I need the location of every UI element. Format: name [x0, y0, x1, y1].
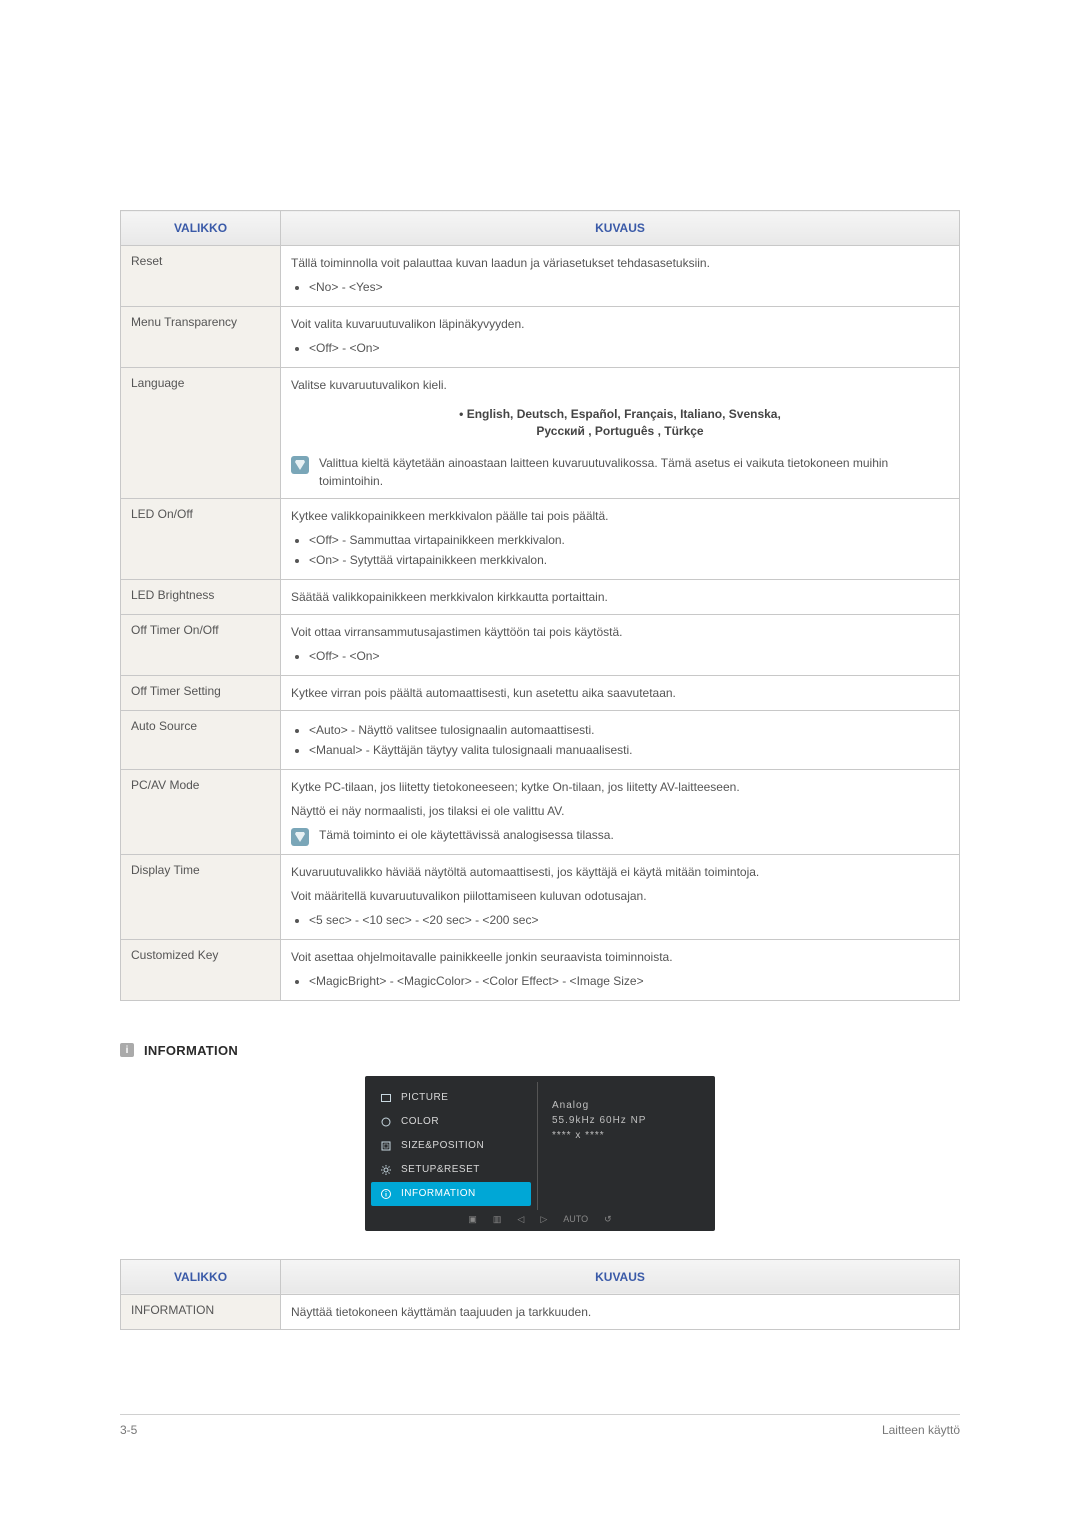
gear-icon	[379, 1163, 393, 1177]
col-header-desc: KUVAUS	[281, 211, 960, 246]
page-footer: 3-5 Laitteen käyttö	[120, 1414, 960, 1437]
osd-label: PICTURE	[401, 1092, 448, 1103]
information-table: VALIKKO KUVAUS INFORMATION Näyttää tieto…	[120, 1259, 960, 1330]
led-onoff-intro: Kytkee valikkopainikkeen merkkivalon pää…	[291, 507, 949, 525]
osd-info-line: 55.9kHz 60Hz NP	[552, 1115, 701, 1126]
osd-footer-icon: ◁	[517, 1214, 524, 1225]
led-off-opt: <Off> - Sammuttaa virtapainikkeen merkki…	[309, 531, 949, 549]
osd-item-information: INFORMATION	[371, 1182, 531, 1206]
osd-menu-list: PICTURE COLOR SIZE&POSITION SETUP&RESET	[371, 1082, 531, 1210]
osd-label: SIZE&POSITION	[401, 1140, 484, 1151]
col-header-menu2: VALIKKO	[121, 1259, 281, 1294]
osd-panel: PICTURE COLOR SIZE&POSITION SETUP&RESET	[365, 1076, 715, 1231]
osd-info-panel: Analog 55.9kHz 60Hz NP **** x ****	[537, 1082, 709, 1210]
desc-off-timer-onoff: Voit ottaa virransammutusajastimen käytt…	[281, 614, 960, 675]
led-on-opt: <On> - Sytyttää virtapainikkeen merkkiva…	[309, 551, 949, 569]
size-icon	[379, 1139, 393, 1153]
osd-item-sizeposition: SIZE&POSITION	[371, 1134, 531, 1158]
customized-key-intro: Voit asettaa ohjelmoitavalle painikkeell…	[291, 948, 949, 966]
transparency-opt: <Off> - <On>	[309, 339, 949, 357]
pcav-line2: Näyttö ei näy normaalisti, jos tilaksi e…	[291, 802, 949, 820]
picture-icon	[379, 1091, 393, 1105]
color-icon	[379, 1115, 393, 1129]
osd-item-setupreset: SETUP&RESET	[371, 1158, 531, 1182]
info-square-icon: i	[120, 1043, 134, 1057]
language-intro: Valitse kuvaruutuvalikon kieli.	[291, 376, 949, 394]
desc-reset: Tällä toiminnolla voit palauttaa kuvan l…	[281, 246, 960, 307]
off-timer-onoff-opt: <Off> - <On>	[309, 647, 949, 665]
osd-item-picture: PICTURE	[371, 1086, 531, 1110]
menu-off-timer-setting: Off Timer Setting	[121, 675, 281, 710]
off-timer-onoff-intro: Voit ottaa virransammutusajastimen käytt…	[291, 623, 949, 641]
osd-footer-icon: ↺	[604, 1214, 612, 1225]
setup-reset-table: VALIKKO KUVAUS Reset Tällä toiminnolla v…	[120, 210, 960, 1001]
note-icon	[291, 828, 309, 846]
page-number: 3-5	[120, 1423, 137, 1437]
led-brightness-intro: Säätää valikkopainikkeen merkkivalon kir…	[291, 588, 949, 606]
off-timer-setting-intro: Kytkee virran pois päältä automaattisest…	[291, 684, 949, 702]
transparency-intro: Voit valita kuvaruutuvalikon läpinäkyvyy…	[291, 315, 949, 333]
col-header-menu: VALIKKO	[121, 211, 281, 246]
reset-intro: Tällä toiminnolla voit palauttaa kuvan l…	[291, 254, 949, 272]
desc-information: Näyttää tietokoneen käyttämän taajuuden …	[281, 1294, 960, 1329]
osd-item-color: COLOR	[371, 1110, 531, 1134]
information-desc: Näyttää tietokoneen käyttämän taajuuden …	[291, 1303, 949, 1321]
note-icon	[291, 456, 309, 474]
section-label: Laitteen käyttö	[882, 1423, 960, 1437]
display-time-intro: Kuvaruutuvalikko häviää näytöltä automaa…	[291, 863, 949, 881]
menu-led-brightness: LED Brightness	[121, 579, 281, 614]
menu-information: INFORMATION	[121, 1294, 281, 1329]
section-information-title: INFORMATION	[144, 1043, 238, 1058]
osd-label: COLOR	[401, 1116, 439, 1127]
osd-footer-icon: AUTO	[563, 1214, 588, 1225]
desc-language: Valitse kuvaruutuvalikon kieli. • Englis…	[281, 368, 960, 499]
osd-footer: ▣ ▥ ◁ ▷ AUTO ↺	[371, 1210, 709, 1227]
reset-opt: <No> - <Yes>	[309, 278, 949, 296]
pcav-note: Tämä toiminto ei ole käytettävissä analo…	[319, 826, 949, 844]
menu-customized-key: Customized Key	[121, 939, 281, 1000]
customized-key-opt: <MagicBright> - <MagicColor> - <Color Ef…	[309, 972, 949, 990]
section-information-heading: i INFORMATION	[120, 1043, 960, 1058]
desc-customized-key: Voit asettaa ohjelmoitavalle painikkeell…	[281, 939, 960, 1000]
auto-source-auto: <Auto> - Näyttö valitsee tulosignaalin a…	[309, 721, 949, 739]
col-header-desc2: KUVAUS	[281, 1259, 960, 1294]
menu-led-onoff: LED On/Off	[121, 498, 281, 579]
osd-info-line: **** x ****	[552, 1130, 701, 1141]
osd-label: SETUP&RESET	[401, 1164, 480, 1175]
desc-off-timer-setting: Kytkee virran pois päältä automaattisest…	[281, 675, 960, 710]
osd-info-line: Analog	[552, 1100, 701, 1111]
desc-auto-source: <Auto> - Näyttö valitsee tulosignaalin a…	[281, 710, 960, 769]
osd-footer-icon: ▷	[540, 1214, 547, 1225]
desc-display-time: Kuvaruutuvalikko häviää näytöltä automaa…	[281, 854, 960, 939]
menu-pcav-mode: PC/AV Mode	[121, 769, 281, 854]
language-note: Valittua kieltä käytetään ainoastaan lai…	[319, 454, 949, 490]
language-list1: • English, Deutsch, Español, Français, I…	[291, 406, 949, 423]
desc-led-onoff: Kytkee valikkopainikkeen merkkivalon pää…	[281, 498, 960, 579]
menu-transparency: Menu Transparency	[121, 307, 281, 368]
display-time-opt: <5 sec> - <10 sec> - <20 sec> - <200 sec…	[309, 911, 949, 929]
display-time-line2: Voit määritellä kuvaruutuvalikon piilott…	[291, 887, 949, 905]
menu-reset: Reset	[121, 246, 281, 307]
osd-footer-icon: ▥	[493, 1214, 502, 1225]
menu-display-time: Display Time	[121, 854, 281, 939]
menu-off-timer-onoff: Off Timer On/Off	[121, 614, 281, 675]
desc-transparency: Voit valita kuvaruutuvalikon läpinäkyvyy…	[281, 307, 960, 368]
language-list2: Русский , Português , Türkçe	[291, 423, 949, 440]
desc-pcav-mode: Kytke PC-tilaan, jos liitetty tietokonee…	[281, 769, 960, 854]
menu-language: Language	[121, 368, 281, 499]
info-icon	[379, 1187, 393, 1201]
osd-footer-icon: ▣	[468, 1214, 477, 1225]
pcav-intro: Kytke PC-tilaan, jos liitetty tietokonee…	[291, 778, 949, 796]
menu-auto-source: Auto Source	[121, 710, 281, 769]
osd-label: INFORMATION	[401, 1188, 476, 1199]
auto-source-manual: <Manual> - Käyttäjän täytyy valita tulos…	[309, 741, 949, 759]
desc-led-brightness: Säätää valikkopainikkeen merkkivalon kir…	[281, 579, 960, 614]
